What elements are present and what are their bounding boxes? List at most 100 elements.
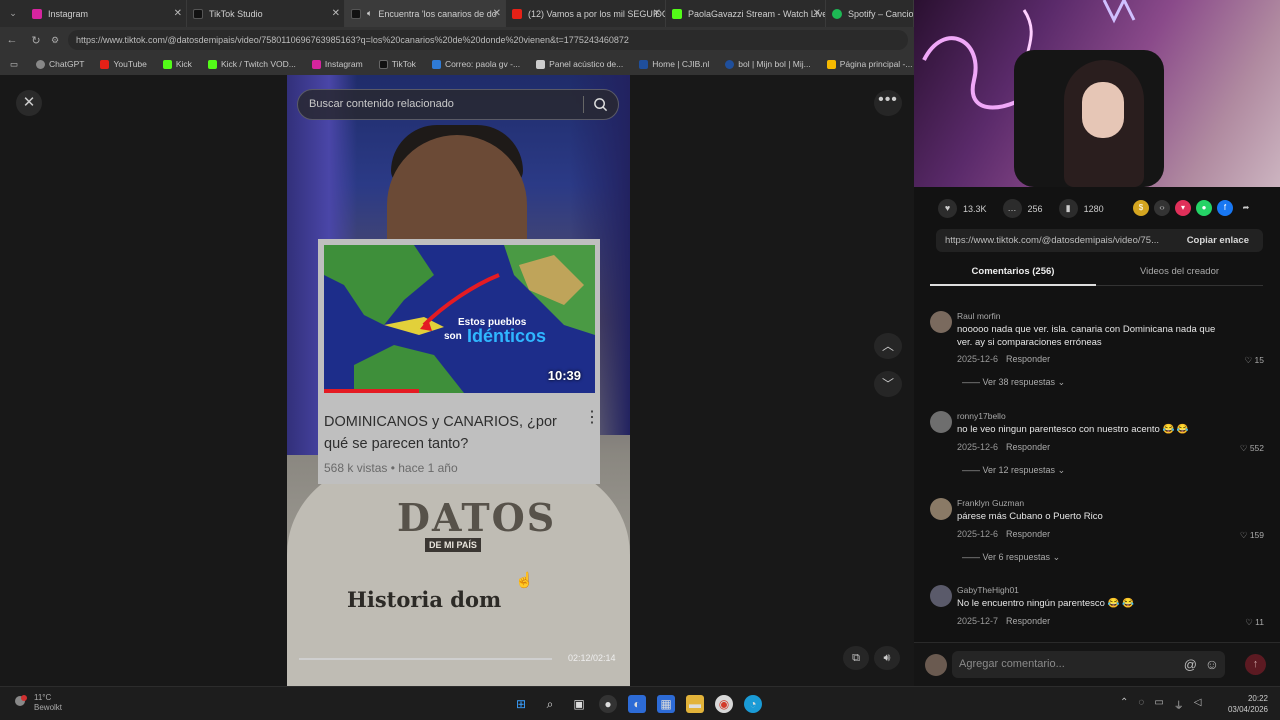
video-player[interactable]: DATOS DE MI PAÍS Historia dom Buscar con…: [287, 75, 630, 686]
close-tab-icon[interactable]: ✕: [174, 8, 182, 19]
clock[interactable]: 20:22 03/04/2026: [1228, 693, 1268, 715]
bookmark-youtube[interactable]: YouTube: [92, 59, 154, 69]
comment-like-button[interactable]: ♡ 552: [1240, 443, 1264, 454]
video-link-field[interactable]: https://www.tiktok.com/@datosdemipais/vi…: [936, 229, 1263, 252]
volume-icon[interactable]: 🔊︎: [874, 646, 900, 670]
related-video-card[interactable]: Estos pueblos son Idénticos 10:39 DOMINI…: [318, 239, 600, 484]
copy-link-button[interactable]: Copiar enlace: [1187, 229, 1249, 252]
comment-item: Franklyn Guzman párese más Cubano o Puer…: [930, 498, 1270, 568]
add-comment-input[interactable]: Agregar comentario... @ ☺: [952, 651, 1225, 678]
tab-list-chevron-icon[interactable]: ⌄: [0, 8, 26, 19]
comment-like-button[interactable]: ♡ 15: [1245, 355, 1264, 366]
close-tab-icon[interactable]: ✕: [493, 8, 501, 19]
video-progress-bar[interactable]: [299, 658, 552, 660]
comment-like-button[interactable]: ♡ 11: [1245, 617, 1264, 628]
emoji-icon[interactable]: ☺: [1205, 651, 1219, 678]
comment-like-button[interactable]: ♡ 159: [1240, 530, 1264, 541]
bookmark-icon: ▮: [1058, 199, 1078, 218]
edge-icon[interactable]: ◔: [744, 695, 762, 713]
chevron-up-icon[interactable]: ⌃: [1120, 697, 1128, 712]
network-icon[interactable]: ◌: [1138, 697, 1144, 712]
close-icon[interactable]: ✕: [16, 90, 42, 116]
send-icon[interactable]: ▾: [1175, 200, 1191, 216]
tab-instagram[interactable]: Instagram ✕: [26, 0, 187, 27]
comment-username[interactable]: GabyTheHigh01: [957, 585, 1019, 595]
app-icon[interactable]: ◐: [628, 695, 646, 713]
close-tab-icon[interactable]: ✕: [813, 8, 821, 19]
related-video-title[interactable]: DOMINICANOS y CANARIOS, ¿por qué se pare…: [324, 411, 564, 455]
bookmark-kick[interactable]: Kick: [155, 59, 200, 69]
video-info-panel: ♥ 13.3K … 256 ▮ 1280 $ ‹› ▾ ● f ➦ https://w…: [914, 187, 1280, 686]
reload-icon[interactable]: ↻: [24, 34, 48, 47]
reply-button[interactable]: Responder: [1006, 354, 1050, 364]
speaker-icon[interactable]: ◁: [1194, 697, 1202, 712]
kebab-menu-icon[interactable]: ⋮: [584, 410, 600, 433]
back-icon[interactable]: ←: [0, 34, 24, 46]
whatsapp-icon[interactable]: ●: [1196, 200, 1212, 216]
reply-button[interactable]: Responder: [1006, 616, 1050, 626]
bookmark-kick-vod[interactable]: Kick / Twitch VOD...: [200, 59, 304, 69]
tab-tiktok-video[interactable]: 🔈︎ Encuentra 'los canarios de do ✕: [345, 0, 506, 27]
url-field[interactable]: https://www.tiktok.com/@datosdemipais/vi…: [68, 30, 908, 50]
embed-icon[interactable]: ‹›: [1154, 200, 1170, 216]
comment-button[interactable]: … 256: [1002, 199, 1043, 218]
search-icon[interactable]: [593, 97, 608, 112]
weather-icon[interactable]: [14, 694, 28, 708]
app-icon[interactable]: ●: [599, 695, 617, 713]
previous-video-icon[interactable]: ︿: [874, 333, 902, 359]
send-comment-button[interactable]: ↑: [1245, 654, 1266, 675]
like-button[interactable]: ♥ 13.3K: [938, 199, 987, 218]
tab-kick[interactable]: PaolaGavazzi Stream - Watch Live ✕: [666, 0, 826, 27]
bookmark-chatgpt[interactable]: ChatGPT: [28, 59, 92, 69]
bookmarks-folder-icon[interactable]: ▭: [0, 59, 28, 70]
chrome-icon[interactable]: ◉: [715, 695, 733, 713]
site-info-icon[interactable]: ⚙: [48, 35, 62, 46]
close-tab-icon[interactable]: ✕: [332, 8, 340, 19]
floating-player-icon[interactable]: ⧉: [843, 646, 869, 670]
view-replies-button[interactable]: —— Ver 6 respuestas ⌄: [962, 552, 1060, 563]
view-replies-button[interactable]: —— Ver 38 respuestas ⌄: [962, 377, 1065, 388]
avatar[interactable]: [930, 311, 952, 333]
tab-spotify[interactable]: Spotify – Canciones: [826, 0, 914, 27]
next-video-icon[interactable]: ﹀: [874, 371, 902, 397]
avatar[interactable]: [930, 411, 952, 433]
weather-widget[interactable]: 11°C Bewolkt: [34, 693, 62, 713]
task-view-icon[interactable]: ▣: [570, 695, 588, 713]
comment-item: Raul morfin nooooo nada que ver. isla. c…: [930, 311, 1270, 391]
bookmark-correo[interactable]: Correo: paola gv -...: [424, 59, 528, 69]
bookmark-instagram[interactable]: Instagram: [304, 59, 371, 69]
tab-comments[interactable]: Comentarios (256): [930, 266, 1096, 286]
comment-username[interactable]: Franklyn Guzman: [957, 498, 1024, 508]
search-icon[interactable]: ⌕: [541, 695, 559, 713]
tab-tiktok-studio[interactable]: TikTok Studio ✕: [187, 0, 345, 27]
bookmark-tiktok[interactable]: TikTok: [371, 59, 424, 69]
windows-start-icon[interactable]: ⊞: [512, 695, 530, 713]
avatar[interactable]: [930, 585, 952, 607]
microphone-icon[interactable]: ⏚: [1174, 697, 1184, 712]
video-thumbnail[interactable]: Estos pueblos son Idénticos 10:39: [324, 245, 595, 393]
tab-youtube[interactable]: (12) Vamos a por los mil SEGUIDO ✕: [506, 0, 666, 27]
app-tray-icon[interactable]: ▭: [1154, 697, 1163, 712]
comment-username[interactable]: Raul morfin: [957, 311, 1000, 321]
webcam-overlay: [914, 0, 1280, 187]
facebook-icon[interactable]: f: [1217, 200, 1233, 216]
app-icon[interactable]: ▦: [657, 695, 675, 713]
avatar[interactable]: [930, 498, 952, 520]
bookmark-panel[interactable]: Panel acústico de...: [528, 59, 631, 69]
comment-username[interactable]: ronny17bello: [957, 411, 1006, 421]
coin-icon[interactable]: $: [1133, 200, 1149, 216]
reply-button[interactable]: Responder: [1006, 442, 1050, 452]
reply-button[interactable]: Responder: [1006, 529, 1050, 539]
mention-icon[interactable]: @: [1184, 651, 1197, 678]
share-icon[interactable]: ➦: [1238, 200, 1254, 216]
bookmark-cjib[interactable]: Home | CJIB.nl: [631, 59, 717, 69]
bookmark-pagina[interactable]: Página principal -...: [819, 59, 921, 69]
bookmark-bol[interactable]: bol | Mijn bol | Mij...: [717, 59, 818, 69]
close-tab-icon[interactable]: ✕: [653, 8, 661, 19]
more-options-icon[interactable]: •••: [874, 90, 902, 116]
save-button[interactable]: ▮ 1280: [1058, 199, 1104, 218]
view-replies-button[interactable]: —— Ver 12 respuestas ⌄: [962, 465, 1065, 476]
file-explorer-icon[interactable]: ▬: [686, 695, 704, 713]
related-search-input[interactable]: Buscar contenido relacionado: [297, 89, 619, 120]
tab-creator-videos[interactable]: Videos del creador: [1096, 266, 1263, 286]
